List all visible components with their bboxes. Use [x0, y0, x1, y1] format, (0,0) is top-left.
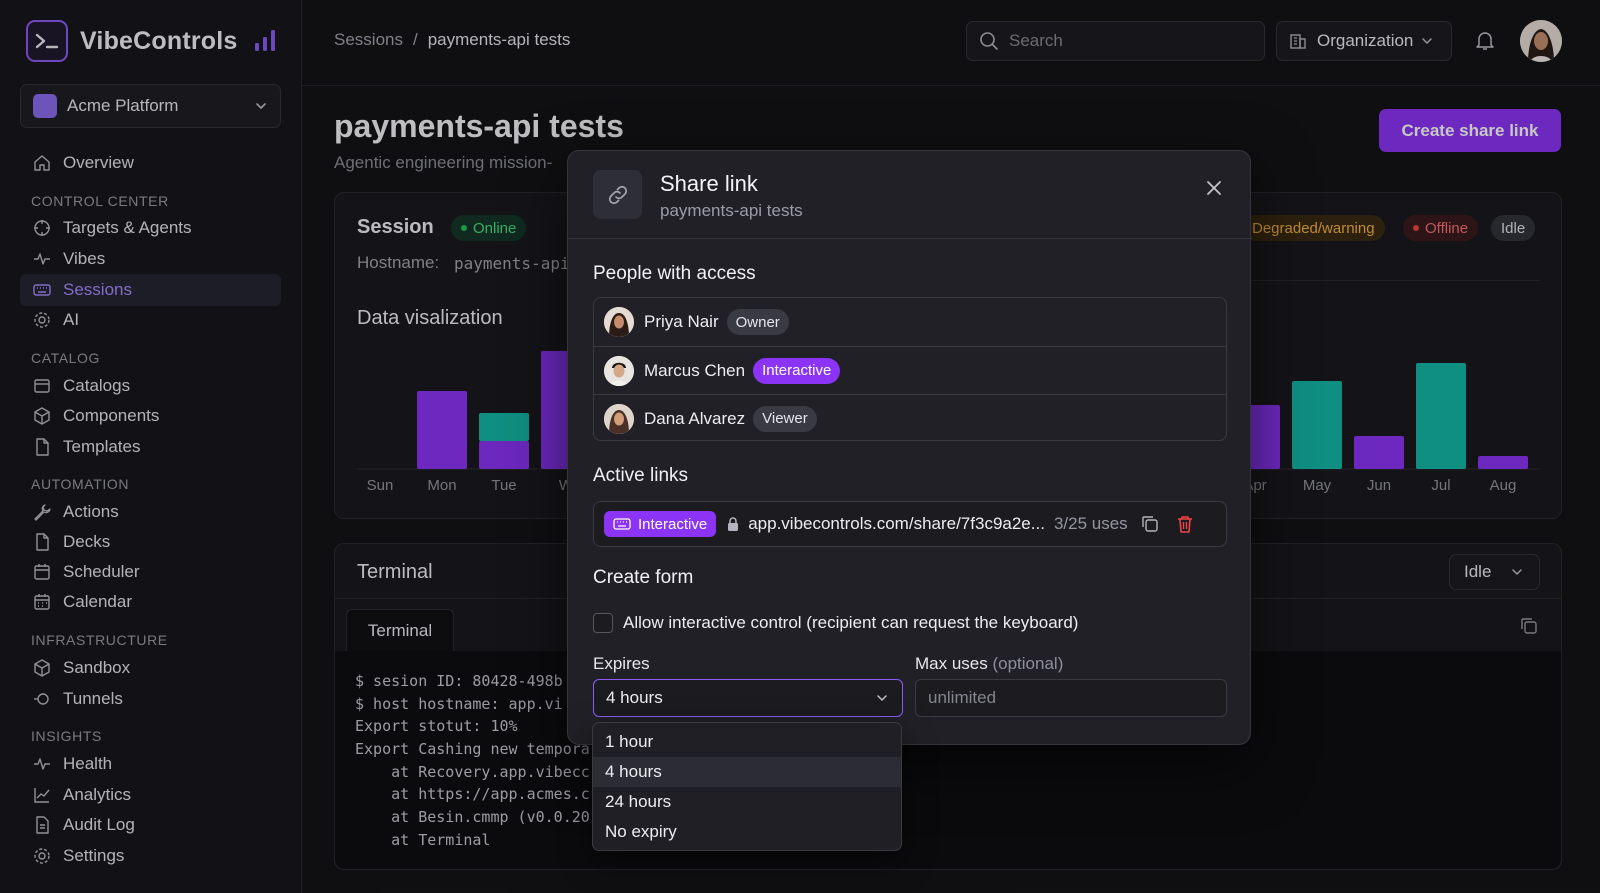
chevron-down-icon — [877, 695, 887, 702]
role-badge: Viewer — [753, 405, 817, 432]
select-value: 4 hours — [606, 688, 663, 707]
expires-select[interactable]: 4 hours — [593, 679, 903, 717]
share-link-dialog: Share link payments-api tests People wit… — [567, 150, 1252, 745]
avatar — [604, 307, 634, 337]
keyboard-icon — [613, 518, 631, 530]
link-icon — [593, 170, 642, 219]
person-name: Marcus Chen — [644, 360, 746, 380]
active-link-row: Interactive app.vibecontrols.com/share/7… — [593, 501, 1227, 547]
checkbox-label: Allow interactive control (recipient can… — [623, 613, 1079, 632]
checkbox[interactable] — [593, 613, 613, 633]
copy-icon[interactable] — [1140, 514, 1160, 534]
active-links-heading: Active links — [593, 465, 689, 486]
role-badge: Owner — [726, 309, 789, 335]
close-icon[interactable] — [1204, 178, 1224, 198]
person-row[interactable]: Priya Nair Owner — [594, 298, 1226, 346]
link-uses: 3/25 uses — [1053, 514, 1128, 533]
people-list: Priya Nair Owner Marcus Chen Interactive… — [593, 297, 1227, 441]
mode-badge: Interactive — [604, 511, 717, 537]
max-uses-label: Max uses (optional) — [915, 654, 1063, 674]
person-row[interactable]: Marcus Chen Interactive — [594, 346, 1226, 394]
dialog-title: Share link — [660, 171, 758, 196]
option-24-hours[interactable]: 24 hours — [593, 787, 901, 817]
optional-hint: (optional) — [992, 654, 1064, 673]
share-url[interactable]: app.vibecontrols.com/share/7f3c9a2e... — [748, 514, 1045, 534]
max-uses-input[interactable]: unlimited — [915, 679, 1227, 717]
max-uses-text: Max uses — [915, 654, 988, 673]
mode-label: Interactive — [638, 515, 708, 533]
person-name: Priya Nair — [644, 312, 719, 331]
dialog-header: Share link payments-api tests — [568, 151, 1252, 239]
option-4-hours[interactable]: 4 hours — [593, 757, 901, 787]
avatar — [604, 403, 634, 434]
option-1-hour[interactable]: 1 hour — [593, 727, 901, 757]
avatar — [604, 355, 634, 386]
interactive-control-checkbox[interactable]: Allow interactive control (recipient can… — [593, 613, 1078, 633]
expires-dropdown: 1 hour 4 hours 24 hours No expiry — [592, 722, 902, 851]
person-row[interactable]: Dana Alvarez Viewer — [594, 394, 1226, 442]
dialog-subtitle: payments-api tests — [660, 201, 803, 220]
person-name: Dana Alvarez — [644, 408, 746, 428]
option-no-expiry[interactable]: No expiry — [593, 817, 901, 847]
people-heading: People with access — [593, 263, 756, 284]
role-badge: Interactive — [753, 357, 841, 384]
expires-label: Expires — [593, 654, 650, 673]
create-form-heading: Create form — [593, 567, 694, 588]
lock-icon — [728, 517, 739, 531]
trash-icon[interactable] — [1176, 514, 1194, 534]
